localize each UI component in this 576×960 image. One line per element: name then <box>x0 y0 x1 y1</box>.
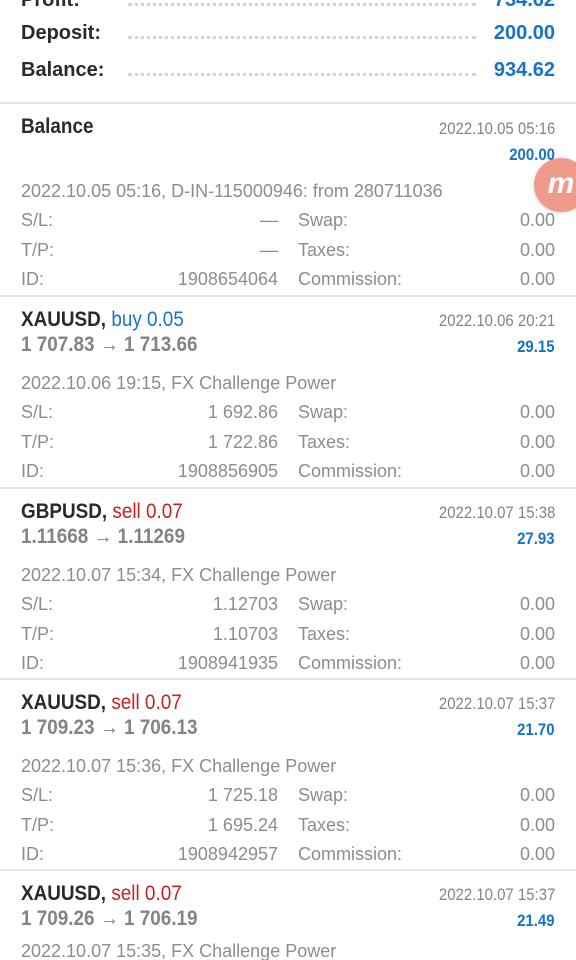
deal-time: 2022.10.07 15:38 <box>438 503 555 522</box>
swap-value: 0.00 <box>519 210 555 230</box>
balance-entry[interactable]: Balance 2022.10.05 05:16 200.00 2022.10.… <box>0 103 576 293</box>
tp-value: 1 722.86 <box>207 432 278 452</box>
commission-label: Commission: <box>298 844 403 864</box>
commission-label: Commission: <box>298 461 403 481</box>
commission-label: Commission: <box>298 269 403 289</box>
sl-label: S/L: <box>21 594 54 614</box>
deal-profit: 21.49 <box>517 911 555 930</box>
commission-value: 0.00 <box>519 269 555 289</box>
dotted-leader <box>128 3 476 6</box>
swap-value: 0.00 <box>519 594 555 614</box>
swap-label: Swap: <box>298 594 349 614</box>
deal-header: XAUUSD, sell 0.07 <box>21 882 182 906</box>
tp-label: T/P: <box>21 624 55 644</box>
history-summary: Profit: 734.62 Deposit: 200.00 Balance: … <box>0 0 576 103</box>
taxes-value: 0.00 <box>519 815 555 835</box>
commission-label: Commission: <box>298 653 403 673</box>
swap-label: Swap: <box>298 402 349 422</box>
dotted-leader <box>128 73 476 76</box>
deal-prices: 1 709.23 → 1 706.13 <box>21 716 198 739</box>
commission-value: 0.00 <box>519 844 555 864</box>
summary-row-profit: Profit: 734.62 <box>0 0 576 17</box>
entry-comment: 2022.10.05 05:16, D-IN-115000946: from 2… <box>21 181 443 201</box>
summary-row-deposit: Deposit: 200.00 <box>0 20 576 50</box>
deposit-label: Deposit: <box>21 22 101 44</box>
deal-entry[interactable]: XAUUSD, sell 0.07 2022.10.07 15:37 1 709… <box>0 678 576 868</box>
deal-direction: buy 0.05 <box>111 308 184 331</box>
deal-prices: 1 709.26 → 1 706.19 <box>21 907 198 930</box>
taxes-label: Taxes: <box>298 815 351 835</box>
profit-value: 734.62 <box>493 0 555 11</box>
id-label: ID: <box>21 844 45 864</box>
summary-row-balance: Balance: 934.62 <box>0 57 576 87</box>
deal-prices: 1 707.83 → 1 713.66 <box>21 333 198 356</box>
deal-header: GBPUSD, sell 0.07 <box>21 500 183 524</box>
commission-value: 0.00 <box>519 653 555 673</box>
deal-symbol: GBPUSD, <box>21 500 108 523</box>
deposit-value: 200.00 <box>493 22 555 44</box>
deal-entry[interactable]: XAUUSD, buy 0.05 2022.10.06 20:21 1 707.… <box>0 295 576 485</box>
deal-symbol: XAUUSD, <box>21 691 107 714</box>
swap-value: 0.00 <box>519 785 555 805</box>
commission-value: 0.00 <box>519 461 555 481</box>
tp-label: T/P: <box>21 815 55 835</box>
deal-profit: 21.70 <box>517 720 555 739</box>
deal-direction: sell 0.07 <box>111 882 182 905</box>
balance-label: Balance: <box>21 59 105 81</box>
sl-label: S/L: <box>21 210 54 230</box>
entry-time: 2022.10.05 05:16 <box>438 119 555 138</box>
deal-symbol: XAUUSD, <box>21 308 107 331</box>
sl-value: 1 725.18 <box>207 785 278 805</box>
id-value: 1908942957 <box>177 844 278 864</box>
deal-time: 2022.10.07 15:37 <box>438 885 555 904</box>
sl-label: S/L: <box>21 785 54 805</box>
id-value: 1908856905 <box>177 461 278 481</box>
taxes-value: 0.00 <box>519 240 555 260</box>
swap-label: Swap: <box>298 210 349 230</box>
deal-direction: sell 0.07 <box>111 691 182 714</box>
deal-header: XAUUSD, sell 0.07 <box>21 691 182 715</box>
sl-label: S/L: <box>21 402 54 422</box>
taxes-label: Taxes: <box>298 624 351 644</box>
sl-value: 1 692.86 <box>207 402 278 422</box>
sl-value: — <box>260 210 278 230</box>
deal-comment: 2022.10.07 15:35, FX Challenge Power <box>21 941 337 960</box>
deal-entry[interactable]: GBPUSD, sell 0.07 2022.10.07 15:38 1.116… <box>0 487 576 677</box>
dotted-leader <box>128 36 476 39</box>
sl-value: 1.12703 <box>212 594 278 614</box>
badge-glyph: m <box>547 167 575 200</box>
deal-comment: 2022.10.07 15:34, FX Challenge Power <box>21 565 337 585</box>
deal-direction: sell 0.07 <box>112 500 183 523</box>
balance-value: 934.62 <box>493 59 555 81</box>
id-value: 1908654064 <box>177 269 278 289</box>
id-label: ID: <box>21 653 45 673</box>
swap-value: 0.00 <box>519 402 555 422</box>
id-label: ID: <box>21 269 45 289</box>
id-label: ID: <box>21 461 45 481</box>
id-value: 1908941935 <box>177 653 278 673</box>
swap-label: Swap: <box>298 785 349 805</box>
taxes-label: Taxes: <box>298 432 351 452</box>
balance-entry-title: Balance <box>21 115 94 138</box>
taxes-label: Taxes: <box>298 240 351 260</box>
tp-value: 1.10703 <box>212 624 278 644</box>
tp-value: — <box>260 240 278 260</box>
taxes-value: 0.00 <box>519 432 555 452</box>
deal-entry[interactable]: XAUUSD, sell 0.07 2022.10.07 15:37 1 709… <box>0 869 576 960</box>
taxes-value: 0.00 <box>519 624 555 644</box>
deal-comment: 2022.10.07 15:36, FX Challenge Power <box>21 756 337 776</box>
profit-label: Profit: <box>21 0 80 11</box>
tp-label: T/P: <box>21 432 55 452</box>
deal-profit: 27.93 <box>517 529 555 548</box>
deal-symbol: XAUUSD, <box>21 882 107 905</box>
tp-value: 1 695.24 <box>207 815 278 835</box>
deal-time: 2022.10.07 15:37 <box>438 694 555 713</box>
deal-prices: 1.11668 → 1.11269 <box>21 525 185 548</box>
deal-profit: 29.15 <box>517 337 555 356</box>
tp-label: T/P: <box>21 240 55 260</box>
deal-time: 2022.10.06 20:21 <box>438 311 555 330</box>
deal-comment: 2022.10.06 19:15, FX Challenge Power <box>21 373 337 393</box>
deal-header: XAUUSD, buy 0.05 <box>21 308 184 332</box>
